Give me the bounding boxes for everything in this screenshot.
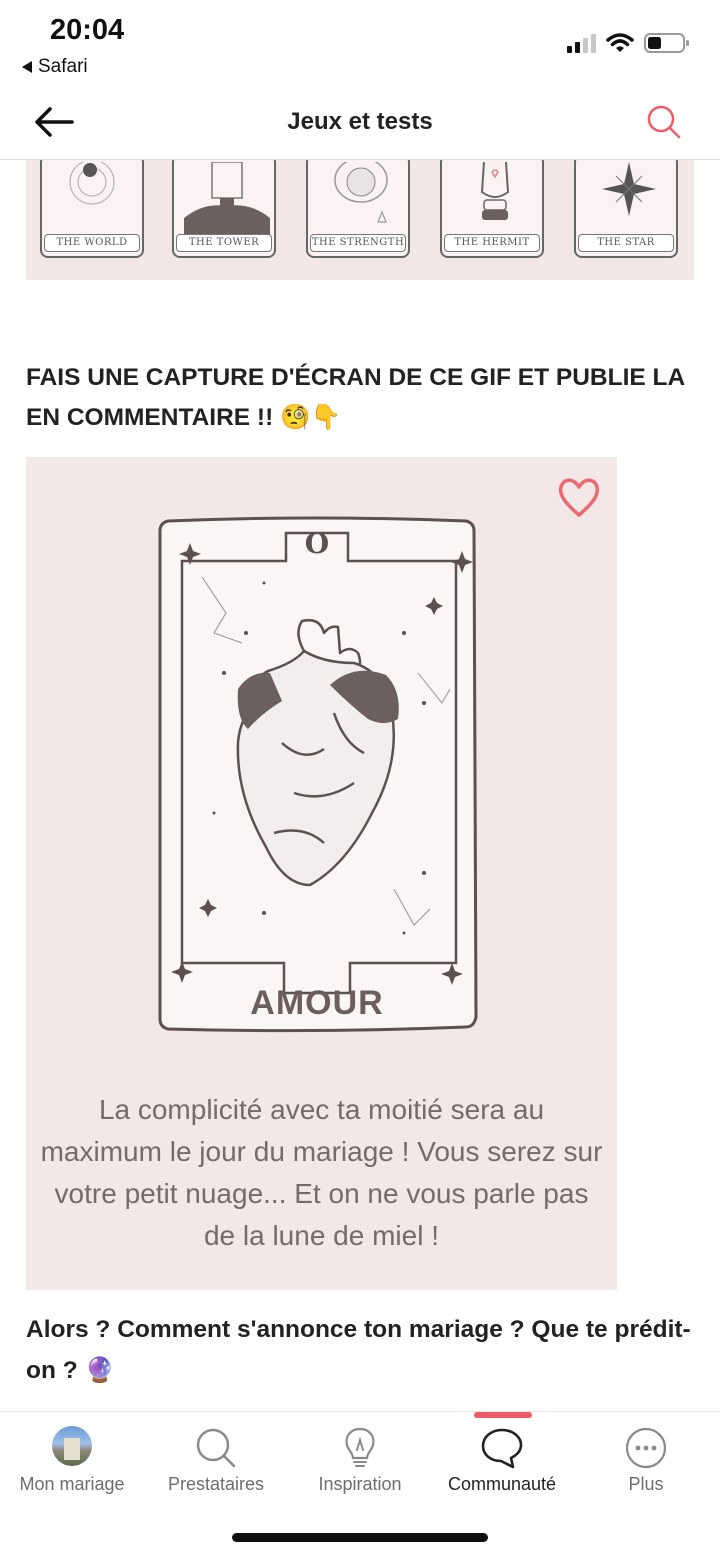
post-heading: FAIS UNE CAPTURE D'ÉCRAN DE CE GIF ET PU… <box>26 364 685 431</box>
back-app-label: Safari <box>38 56 88 77</box>
tab-label: Mon mariage <box>19 1474 125 1494</box>
back-to-app-link[interactable]: Safari <box>22 56 88 78</box>
planet-icon <box>69 162 115 205</box>
tower-icon <box>184 162 270 238</box>
card-label: THE STAR <box>578 234 674 252</box>
card-number: O <box>304 527 330 560</box>
compass-star-icon <box>602 162 656 216</box>
card-label: THE WORLD <box>44 234 140 252</box>
gif-prediction-text: La complicité avec ta moitié sera au max… <box>40 1094 603 1251</box>
tarot-card-amour: O AMOUR <box>154 513 480 1037</box>
tarot-cards-image: THE WORLD THE TOWER THE STRENGTH THE HER… <box>26 160 694 280</box>
tarot-card-tower: THE TOWER <box>172 160 276 258</box>
tab-label: Prestataires <box>167 1474 265 1494</box>
lion-icon <box>334 162 388 223</box>
tab-label: Communauté <box>447 1474 557 1494</box>
more-icon <box>625 1427 667 1469</box>
tarot-card-star: THE STAR <box>574 160 678 258</box>
tarot-card-world: THE WORLD <box>40 160 144 258</box>
post-content: THE WORLD THE TOWER THE STRENGTH THE HER… <box>0 160 720 1410</box>
home-indicator[interactable] <box>232 1533 488 1542</box>
card-label: THE STRENGTH <box>310 234 406 252</box>
chat-bubble-icon <box>481 1428 523 1469</box>
tarot-card-hermit: THE HERMIT <box>440 160 544 258</box>
card-title: AMOUR <box>250 984 384 1022</box>
tab-mon-mariage[interactable]: Mon mariage <box>0 1412 144 1512</box>
back-triangle-icon <box>22 61 32 73</box>
status-time: 20:04 <box>50 14 125 46</box>
tarot-card-strength: THE STRENGTH <box>306 160 410 258</box>
lantern-icon <box>480 162 510 220</box>
nav-header: Jeux et tests <box>0 90 720 160</box>
page-title: Jeux et tests <box>287 108 433 135</box>
wifi-icon <box>606 33 634 52</box>
tab-inspiration[interactable]: Inspiration <box>288 1412 432 1512</box>
tarot-gif: O AMOUR La complicité avec ta moitié ser… <box>26 457 617 1290</box>
avatar <box>52 1426 92 1466</box>
system-icons <box>567 32 690 54</box>
tab-label: Plus <box>628 1474 664 1494</box>
tab-plus[interactable]: Plus <box>574 1412 718 1512</box>
avatar-icon <box>52 1426 92 1466</box>
tarot-card-frame <box>158 516 478 1033</box>
battery-icon <box>644 33 689 53</box>
card-label: THE HERMIT <box>444 234 540 252</box>
lightbulb-icon <box>345 1427 375 1467</box>
search-button[interactable] <box>644 102 684 142</box>
heart-icon[interactable] <box>555 475 603 519</box>
post-question: Alors ? Comment s'annonce ton mariage ? … <box>26 1316 691 1384</box>
card-label: THE TOWER <box>176 234 272 252</box>
search-icon <box>196 1428 236 1468</box>
status-bar: 20:04 Safari <box>0 0 720 90</box>
tab-label: Inspiration <box>318 1474 402 1494</box>
tab-communaute[interactable]: Communauté <box>430 1412 574 1512</box>
cellular-signal-icon <box>567 33 596 53</box>
search-icon <box>647 105 681 139</box>
tab-prestataires[interactable]: Prestataires <box>144 1412 288 1512</box>
